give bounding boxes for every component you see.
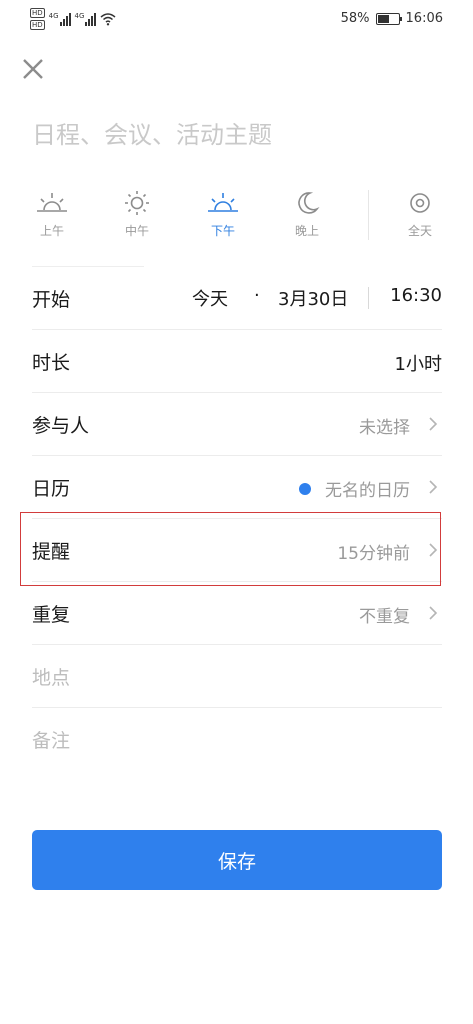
period-label: 中午 — [124, 224, 149, 238]
period-divider — [368, 190, 369, 240]
start-separator: · — [254, 285, 260, 306]
status-bar: HD HD 4G 4G 58% 16:06 — [0, 0, 473, 40]
start-divider — [368, 287, 369, 309]
start-date[interactable]: 3月30日 — [278, 285, 348, 311]
moon-icon — [298, 192, 320, 214]
period-all-day[interactable]: 全天 — [387, 190, 453, 239]
period-afternoon[interactable]: 下午 — [190, 190, 256, 239]
period-morning[interactable]: 上午 — [19, 190, 85, 239]
notes-row[interactable]: 备注 — [32, 708, 442, 770]
start-day[interactable]: 今天 — [192, 285, 228, 311]
all-day-icon — [410, 193, 430, 213]
period-label: 上午 — [39, 224, 64, 238]
network-type-2: 4G — [74, 12, 85, 20]
period-label: 晚上 — [294, 224, 319, 238]
period-label: 全天 — [407, 224, 432, 238]
repeat-label: 重复 — [32, 604, 71, 626]
signal-icon-2: 4G — [75, 12, 97, 26]
sunset-icon — [208, 193, 238, 212]
chevron-right-icon — [429, 606, 438, 620]
calendar-color-dot — [299, 483, 311, 495]
calendar-value: 无名的日历 — [325, 481, 410, 501]
period-evening[interactable]: 晚上 — [274, 190, 340, 239]
reminder-value: 15分钟前 — [337, 544, 410, 564]
duration-label: 时长 — [32, 352, 71, 374]
status-right: 58% 16:06 — [341, 11, 443, 26]
repeat-value: 不重复 — [359, 607, 410, 627]
participants-value: 未选择 — [359, 418, 410, 438]
wifi-icon — [100, 13, 116, 26]
duration-value: 1小时 — [394, 354, 442, 375]
status-time: 16:06 — [405, 11, 443, 26]
participants-row[interactable]: 参与人 未选择 — [32, 393, 442, 456]
close-icon[interactable] — [20, 56, 46, 82]
sun-icon — [125, 191, 149, 215]
hd-badge-1: HD — [30, 8, 45, 18]
repeat-row[interactable]: 重复 不重复 — [32, 582, 442, 645]
chevron-right-icon — [429, 543, 438, 557]
calendar-row[interactable]: 日历 无名的日历 — [32, 456, 442, 519]
chevron-right-icon — [429, 480, 438, 494]
chevron-right-icon — [429, 417, 438, 431]
hd-badges: HD HD — [30, 8, 45, 30]
hd-badge-2: HD — [30, 20, 45, 30]
period-noon[interactable]: 中午 — [104, 190, 170, 239]
start-row[interactable]: 开始 今天 · 3月30日 16:30 — [32, 267, 442, 330]
sunrise-icon — [37, 193, 67, 212]
save-button[interactable]: 保存 — [32, 830, 442, 890]
participants-label: 参与人 — [32, 415, 90, 437]
status-left: HD HD 4G 4G — [30, 8, 116, 30]
location-label: 地点 — [32, 667, 71, 689]
period-label: 下午 — [210, 224, 235, 238]
calendar-value-wrap: 无名的日历 — [299, 476, 410, 501]
reminder-label: 提醒 — [32, 541, 71, 563]
battery-icon — [375, 12, 402, 25]
reminder-row[interactable]: 提醒 15分钟前 — [32, 519, 442, 582]
battery-fill — [377, 14, 390, 23]
notes-label: 备注 — [32, 730, 71, 752]
start-label: 开始 — [32, 289, 71, 311]
battery-percent: 58% — [340, 11, 370, 26]
calendar-label: 日历 — [32, 478, 71, 500]
time-period-selector: 上午 中午 下午 晚上 全天 — [0, 190, 473, 260]
start-time[interactable]: 16:30 — [390, 285, 442, 306]
network-type-1: 4G — [48, 12, 59, 20]
signal-icon-1: 4G — [49, 12, 71, 26]
location-row[interactable]: 地点 — [32, 645, 442, 708]
event-title-input[interactable] — [32, 115, 442, 155]
duration-row[interactable]: 时长 1小时 — [32, 330, 442, 393]
